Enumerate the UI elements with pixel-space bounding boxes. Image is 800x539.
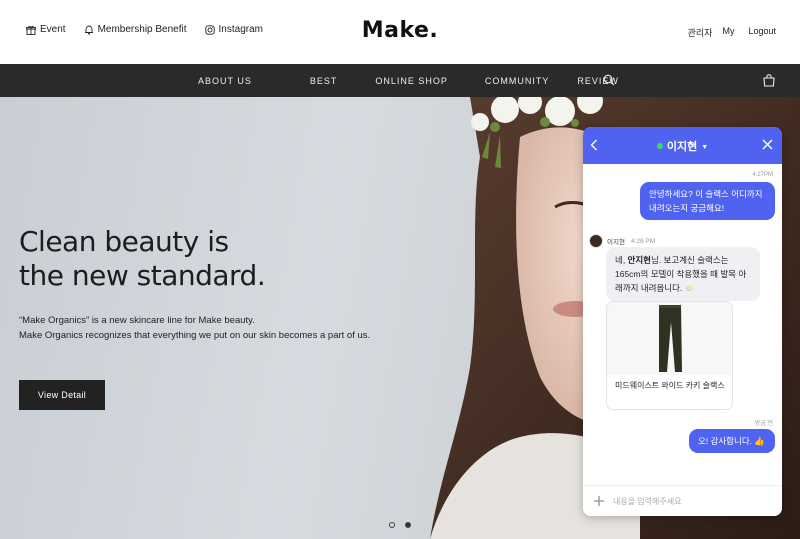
chat-window: 이지현 ▼ 4:27PM 안녕하세요? 이 슬랙스 어디까지 내려오는지 궁금해요… (583, 127, 782, 516)
outgoing-message: 안녕하세요? 이 슬랙스 어디까지 내려오는지 궁금해요! (640, 182, 775, 220)
incoming-rest: 님. 보고계신 슬랙스는 (651, 255, 729, 265)
instagram-link[interactable]: Instagram (204, 24, 263, 35)
nav-item-community[interactable]: COMMUNITY (485, 76, 550, 86)
event-link[interactable]: Event (26, 24, 66, 35)
top-header: Event Membership Benefit Instagram Make.… (0, 0, 800, 64)
sender-name: 이지현 (607, 239, 625, 246)
hero-desc-line1: “Make Organics” is a new skincare line f… (19, 315, 255, 326)
sender-info: 이지현 4:28 PM (589, 234, 655, 248)
membership-benefit-link[interactable]: Membership Benefit (84, 24, 187, 35)
nav-item-best[interactable]: BEST (310, 76, 338, 86)
bell-icon (84, 25, 93, 35)
incoming-line2: 165cm의 모델이 착용했을 때 발목 아 (615, 269, 747, 279)
user-links: 관리자 My Logout (688, 26, 776, 39)
incoming-line3-text: 래까지 내려옵니다. (615, 283, 685, 293)
top-links: Event Membership Benefit Instagram (26, 24, 263, 35)
shopping-bag-icon[interactable] (763, 74, 775, 87)
plus-icon[interactable] (592, 494, 606, 508)
thumbs-up-emoji: 👍 (754, 436, 765, 446)
message-input[interactable] (613, 494, 773, 508)
smile-emoji: ☺ (684, 283, 694, 293)
chat-header: 이지현 ▼ (583, 127, 782, 164)
nav-item-online-shop[interactable]: ONLINE SHOP (375, 76, 448, 86)
search-icon[interactable] (603, 74, 615, 86)
outgoing-line1: 안녕하세요? 이 슬랙스 어디까지 (649, 189, 763, 199)
hero-title-line2: the new standard. (19, 259, 266, 292)
avatar (589, 234, 603, 248)
incoming-line3: 래까지 내려옵니다. ☺ (615, 281, 751, 295)
main-nav: ABOUT US BEST ONLINE SHOP COMMUNITY REVI… (0, 64, 800, 97)
sender-time: 4:28 PM (630, 237, 656, 245)
hero-title-line1: Clean beauty is (19, 225, 229, 258)
slide-pagination (389, 522, 411, 528)
slide-dot-1[interactable] (389, 522, 395, 528)
close-icon[interactable] (762, 139, 773, 150)
event-label: Event (40, 24, 66, 35)
chat-contact-name: 이지현 (666, 141, 698, 153)
nav-item-about-us[interactable]: ABOUT US (198, 76, 252, 86)
admin-link[interactable]: 관리자 (688, 26, 713, 39)
caret-down-icon: ▼ (701, 144, 709, 151)
hero-description: “Make Organics” is a new skincare line f… (19, 313, 370, 343)
message-time-2: 방금 전 (754, 421, 773, 427)
slide-dot-2[interactable] (405, 522, 411, 528)
outgoing-text-2: 오! 감사합니다. (698, 436, 755, 446)
message-time: 4:27PM (752, 172, 773, 178)
product-card[interactable]: 미드웨이스트 와이드 카키 슬랙스 (606, 301, 733, 410)
incoming-message: 네, 안지현님. 보고계신 슬랙스는 165cm의 모델이 착용했을 때 발목 … (606, 247, 760, 301)
product-name: 미드웨이스트 와이드 카키 슬랙스 (615, 381, 725, 390)
product-image (607, 302, 732, 375)
outgoing-message-2: 오! 감사합니다. 👍 (689, 429, 775, 453)
online-status-icon (656, 143, 663, 149)
incoming-customer-name: 안지현 (627, 255, 652, 265)
outgoing-line2: 내려오는지 궁금해요! (649, 203, 725, 213)
instagram-label: Instagram (218, 24, 263, 35)
nav-items: ABOUT US BEST ONLINE SHOP COMMUNITY REVI… (198, 64, 667, 97)
instagram-icon (204, 24, 215, 35)
incoming-line1: 네, 안지현님. 보고계신 슬랙스는 (615, 253, 751, 267)
hero-desc-line2: Make Organics recognizes that everything… (19, 330, 371, 341)
chat-input-bar (583, 485, 782, 516)
view-detail-button[interactable]: View Detail (19, 380, 105, 410)
gift-icon (26, 25, 36, 35)
logout-link[interactable]: Logout (748, 26, 776, 39)
hero-title: Clean beauty is the new standard. (19, 225, 266, 293)
chat-contact-selector[interactable]: 이지현 ▼ (583, 138, 782, 154)
incoming-prefix: 네, (615, 255, 628, 265)
my-link[interactable]: My (722, 26, 734, 39)
membership-benefit-label: Membership Benefit (97, 24, 187, 35)
